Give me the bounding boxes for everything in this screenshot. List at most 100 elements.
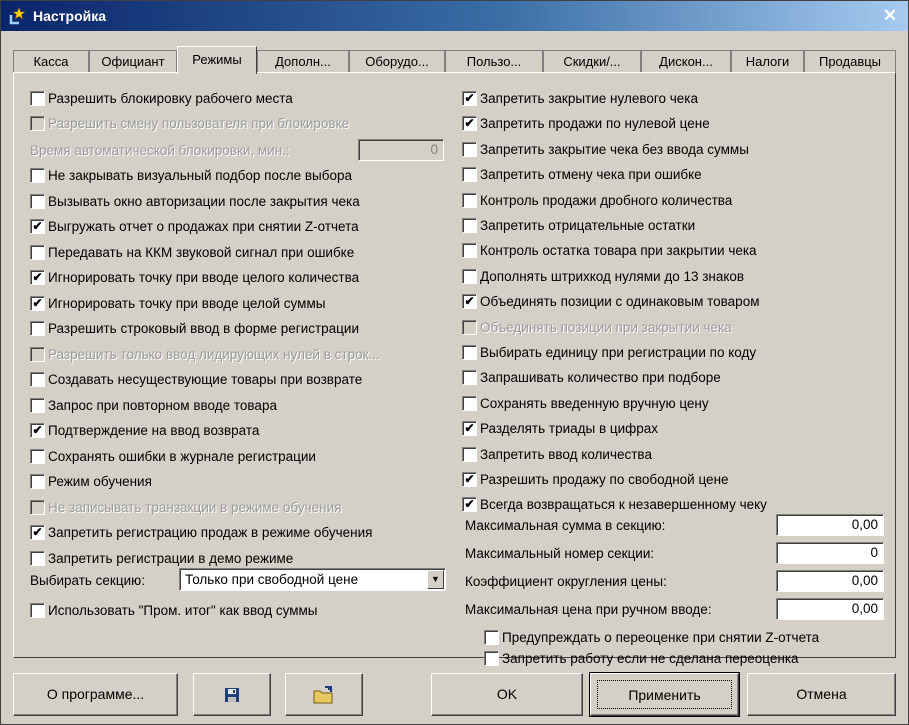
option-row[interactable]: ✔ Подтверждение на ввод возврата (30, 420, 259, 440)
checkbox[interactable]: ✔ (30, 524, 45, 540)
checkbox[interactable] (30, 244, 45, 260)
checkbox[interactable] (30, 602, 45, 618)
option-row[interactable]: Разрешить только ввод лидирующих нулей в… (30, 344, 380, 364)
checkbox[interactable]: ✔ (462, 496, 477, 512)
checkbox[interactable]: ✔ (30, 218, 45, 234)
checkbox[interactable] (462, 242, 477, 258)
option-row[interactable]: Вызывать окно авторизации после закрытия… (30, 191, 360, 211)
checkbox[interactable] (462, 166, 477, 182)
title-bar[interactable]: Настройка ✕ (1, 1, 908, 31)
numeric-field[interactable]: 0,00 (776, 598, 884, 620)
option-row[interactable]: Запретить регистрации в демо режиме (30, 548, 293, 568)
checkbox[interactable] (462, 319, 477, 335)
numeric-field[interactable]: 0,00 (776, 570, 884, 592)
tab-0[interactable]: Касса (13, 50, 89, 73)
option-row[interactable]: ✔ Разделять триады в цифрах (462, 418, 658, 438)
checkbox[interactable]: ✔ (30, 269, 45, 285)
checkbox[interactable] (30, 397, 45, 413)
checkbox[interactable] (484, 629, 499, 645)
option-row[interactable]: Передавать на ККМ звуковой сигнал при ош… (30, 242, 354, 262)
option-change-user-on-block[interactable]: Разрешить смену пользователя при блокиро… (30, 113, 349, 133)
option-row[interactable]: Режим обучения (30, 471, 152, 491)
checkbox[interactable] (30, 167, 45, 183)
checkbox[interactable]: ✔ (462, 115, 477, 131)
option-row[interactable]: Контроль продажи дробного количества (462, 190, 732, 210)
tab-1[interactable]: Официант (89, 50, 177, 73)
checkbox[interactable] (462, 395, 477, 411)
checkbox[interactable] (30, 371, 45, 387)
checkbox[interactable] (30, 90, 45, 106)
checkbox[interactable]: ✔ (30, 295, 45, 311)
checkbox[interactable] (462, 141, 477, 157)
cancel-button[interactable]: Отмена (747, 673, 896, 716)
checkbox[interactable] (30, 115, 45, 131)
tab-7[interactable]: Дискон... (641, 50, 731, 73)
open-folder-button[interactable] (285, 673, 363, 716)
checkbox[interactable] (30, 550, 45, 566)
option-row[interactable]: Запрашивать количество при подборе (462, 367, 721, 387)
checkbox[interactable]: ✔ (462, 293, 477, 309)
option-row[interactable]: ✔ Игнорировать точку при вводе целого кол… (30, 267, 359, 287)
checkbox[interactable] (30, 320, 45, 336)
about-button[interactable]: О программе... (13, 673, 178, 716)
checkbox[interactable] (30, 448, 45, 464)
option-row[interactable]: ✔ Запретить закрытие нулевого чека (462, 88, 698, 108)
checkbox[interactable] (462, 192, 477, 208)
checkbox[interactable] (30, 193, 45, 209)
numeric-field[interactable]: 0 (776, 542, 884, 564)
option-row[interactable]: Запретить отмену чека при ошибке (462, 164, 702, 184)
save-button[interactable] (193, 673, 271, 716)
option-row[interactable]: ✔ Разрешить продажу по свободной цене (462, 469, 729, 489)
tab-5[interactable]: Пользо... (445, 50, 543, 73)
chevron-down-icon[interactable]: ▼ (427, 570, 444, 589)
option-row[interactable]: ✔ Объединять позиции с одинаковым товаром (462, 291, 759, 311)
checkbox[interactable] (462, 217, 477, 233)
checkbox[interactable] (30, 473, 45, 489)
option-row[interactable]: Не записывать транзакции в режиме обучен… (30, 497, 341, 517)
close-button[interactable]: ✕ (880, 6, 900, 26)
checkbox[interactable] (462, 268, 477, 284)
option-row[interactable]: Предупреждать о переоценке при снятии Z-… (484, 627, 819, 647)
option-row[interactable]: Запретить закрытие чека без ввода суммы (462, 139, 749, 159)
apply-button[interactable]: Применить (589, 672, 740, 717)
tab-8[interactable]: Налоги (731, 50, 804, 73)
tab-9[interactable]: Продавцы (804, 50, 896, 73)
option-row[interactable]: Выбирать единицу при регистрации по коду (462, 342, 756, 362)
checkbox[interactable] (462, 344, 477, 360)
option-block-workplace[interactable]: Разрешить блокировку рабочего места (30, 88, 293, 108)
option-row[interactable]: Сохранять ошибки в журнале регистрации (30, 446, 316, 466)
option-row[interactable]: Запрос при повторном вводе товара (30, 395, 277, 415)
option-row[interactable]: ✔ Запретить регистрацию продаж в режиме о… (30, 522, 372, 542)
checkbox[interactable] (30, 499, 45, 515)
tab-2[interactable]: Режимы (177, 46, 257, 74)
option-row[interactable]: Не закрывать визуальный подбор после выб… (30, 165, 352, 185)
checkbox[interactable] (30, 346, 45, 362)
option-row[interactable]: Объединять позиции при закрытии чека (462, 317, 732, 337)
tab-4[interactable]: Оборудо... (349, 50, 445, 73)
option-row[interactable]: Запретить работу если не сделана переоце… (484, 648, 799, 668)
option-row[interactable]: Запретить отрицательные остатки (462, 215, 695, 235)
option-row[interactable]: Дополнять штрихкод нулями до 13 знаков (462, 266, 744, 286)
checkbox[interactable] (462, 446, 477, 462)
option-row[interactable]: ✔ Всегда возвращаться к незавершенному че… (462, 494, 767, 514)
option-row[interactable]: ✔ Выгружать отчет о продажах при снятии Z… (30, 216, 359, 236)
option-row[interactable]: Создавать несуществующие товары при возв… (30, 369, 362, 389)
option-row[interactable]: Запретить ввод количества (462, 444, 652, 464)
checkbox[interactable]: ✔ (462, 420, 477, 436)
checkbox[interactable]: ✔ (30, 422, 45, 438)
checkbox[interactable] (462, 369, 477, 385)
tab-6[interactable]: Скидки/... (543, 50, 641, 73)
auto-block-time-field[interactable]: 0 (358, 139, 444, 161)
ok-button[interactable]: OK (431, 673, 583, 716)
tab-3[interactable]: Дополн... (257, 50, 349, 73)
option-row[interactable]: Разрешить строковый ввод в форме регистр… (30, 318, 359, 338)
checkbox[interactable]: ✔ (462, 90, 477, 106)
option-row[interactable]: ✔ Запретить продажи по нулевой цене (462, 113, 710, 133)
section-select-dropdown[interactable]: Только при свободной цене ▼ (179, 568, 446, 591)
option-row[interactable]: Контроль остатка товара при закрытии чек… (462, 240, 757, 260)
option-row[interactable]: ✔ Игнорировать точку при вводе целой сумм… (30, 293, 325, 313)
option-row[interactable]: Сохранять введенную вручную цену (462, 393, 709, 413)
checkbox[interactable]: ✔ (462, 471, 477, 487)
option-use-subtotal[interactable]: Использовать "Пром. итог" как ввод суммы (30, 600, 318, 620)
numeric-field[interactable]: 0,00 (776, 514, 884, 536)
